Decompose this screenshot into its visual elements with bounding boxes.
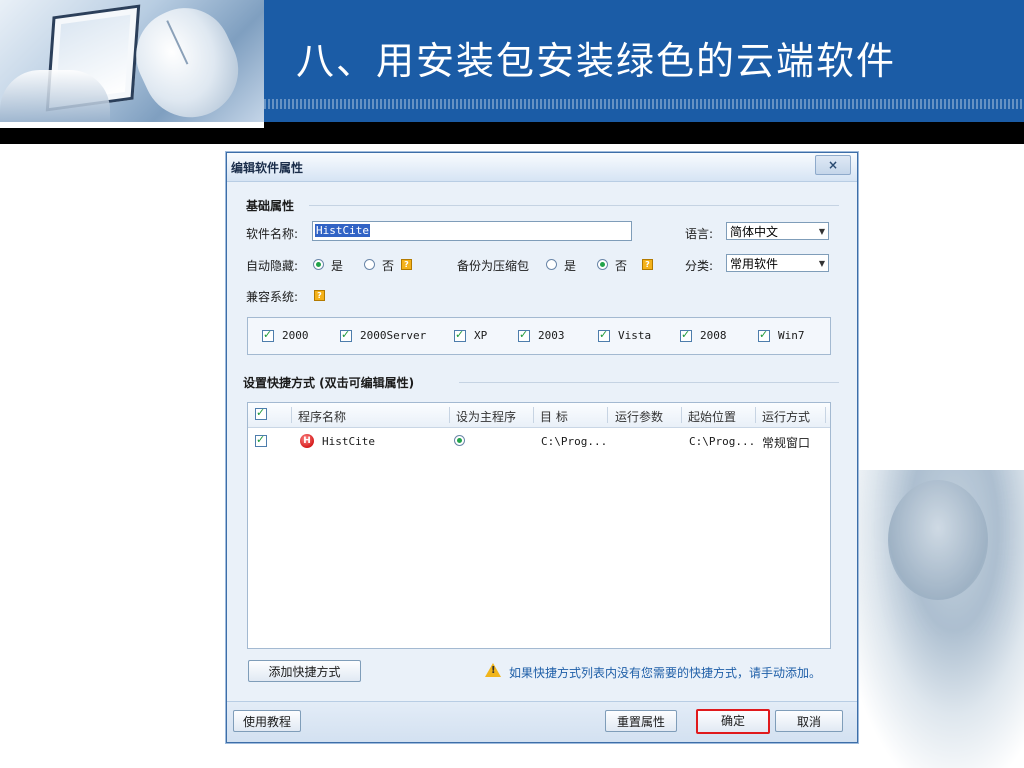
language-label: 语言: [685, 227, 714, 241]
os-label: 2003 [538, 329, 565, 342]
autohide-no-radio[interactable] [364, 259, 375, 270]
backup-label: 备份为压缩包 [457, 259, 530, 273]
header-bar [0, 122, 1024, 144]
compat-label: 兼容系统: [246, 290, 299, 304]
main-program-radio[interactable] [454, 435, 465, 446]
autohide-no-label: 否 [382, 259, 395, 273]
reset-button[interactable]: 重置属性 [605, 710, 677, 732]
tutorial-button[interactable]: 使用教程 [233, 710, 301, 732]
cancel-button[interactable]: 取消 [775, 710, 843, 732]
help-icon[interactable]: ? [314, 290, 325, 301]
edit-software-dialog: 编辑软件属性 × 基础属性 软件名称: HistCite 语言: 简体中文 ▼ 自… [226, 152, 858, 743]
shortcut-table[interactable]: 程序名称 设为主程序 目 标 运行参数 起始位置 运行方式 H HistCite… [247, 402, 831, 649]
os-checkbox-2003[interactable] [518, 328, 530, 342]
section-divider [459, 382, 839, 383]
col-header-main[interactable]: 设为主程序 [456, 408, 516, 425]
row-target: C:\Prog... [541, 435, 608, 448]
row-checkbox[interactable] [255, 433, 267, 447]
section-shortcuts: 设置快捷方式 (双击可编辑属性) [243, 376, 415, 390]
help-icon[interactable]: ? [401, 259, 412, 270]
row-name: HistCite [322, 435, 375, 448]
os-label: 2000 [282, 329, 309, 342]
os-label: 2008 [700, 329, 727, 342]
category-select[interactable]: 常用软件 ▼ [726, 254, 829, 272]
col-header-params[interactable]: 运行参数 [615, 408, 663, 425]
compat-os-group: 2000 2000Server XP 2003 Vista 2008 Win7 [247, 317, 831, 355]
shortcut-hint: 如果快捷方式列表内没有您需要的快捷方式，请手动添加。 [509, 666, 822, 680]
category-label: 分类: [685, 259, 714, 273]
os-checkbox-win7[interactable] [758, 328, 770, 342]
autohide-yes-radio[interactable] [313, 259, 324, 270]
row-runmode: 常规窗口 [762, 436, 811, 450]
language-value: 简体中文 [730, 225, 779, 239]
hand-image [0, 70, 110, 128]
chevron-down-icon: ▼ [818, 259, 825, 268]
backup-yes-radio[interactable] [546, 259, 557, 270]
section-divider [309, 205, 839, 206]
col-header-startdir[interactable]: 起始位置 [688, 408, 736, 425]
table-header: 程序名称 设为主程序 目 标 运行参数 起始位置 运行方式 [248, 403, 830, 428]
ok-button[interactable]: 确定 [696, 709, 770, 734]
add-shortcut-button[interactable]: 添加快捷方式 [248, 660, 361, 682]
category-value: 常用软件 [730, 257, 779, 271]
autohide-yes-label: 是 [331, 259, 344, 273]
dialog-footer: 使用教程 重置属性 确定 取消 [227, 701, 857, 742]
backup-no-radio[interactable] [597, 259, 608, 270]
dialog-titlebar: 编辑软件属性 × [227, 153, 857, 182]
os-checkbox-2000server[interactable] [340, 328, 352, 342]
os-label: Win7 [778, 329, 805, 342]
dialog-title: 编辑软件属性 [231, 161, 304, 175]
col-header-target[interactable]: 目 标 [540, 408, 568, 425]
chevron-down-icon: ▼ [818, 227, 825, 236]
help-icon[interactable]: ? [642, 259, 653, 270]
os-label: 2000Server [360, 329, 427, 342]
autohide-label: 自动隐藏: [246, 259, 299, 273]
name-label: 软件名称: [246, 227, 299, 241]
os-label: XP [474, 329, 488, 342]
histcite-app-icon: H [300, 434, 314, 448]
os-checkbox-xp[interactable] [454, 328, 466, 342]
col-header-name[interactable]: 程序名称 [298, 408, 346, 425]
select-all-checkbox[interactable] [255, 406, 267, 420]
os-label: Vista [618, 329, 652, 342]
backup-yes-label: 是 [564, 259, 577, 273]
decorative-figure [848, 470, 1024, 768]
language-select[interactable]: 简体中文 ▼ [726, 222, 829, 240]
os-checkbox-vista[interactable] [598, 328, 610, 342]
slide-title: 八、用安装包安装绿色的云端软件 [296, 39, 897, 83]
section-basic: 基础属性 [246, 199, 295, 213]
row-startdir: C:\Prog... [689, 435, 756, 448]
warning-icon [485, 663, 501, 677]
software-name-value: HistCite [315, 224, 370, 237]
software-name-input[interactable]: HistCite [312, 221, 632, 241]
header-photo [0, 0, 264, 128]
close-icon[interactable]: × [815, 155, 851, 175]
mouse-image [121, 0, 254, 128]
os-checkbox-2008[interactable] [680, 328, 692, 342]
os-checkbox-2000[interactable] [262, 328, 274, 342]
col-header-runmode[interactable]: 运行方式 [762, 408, 810, 425]
backup-no-label: 否 [615, 259, 628, 273]
